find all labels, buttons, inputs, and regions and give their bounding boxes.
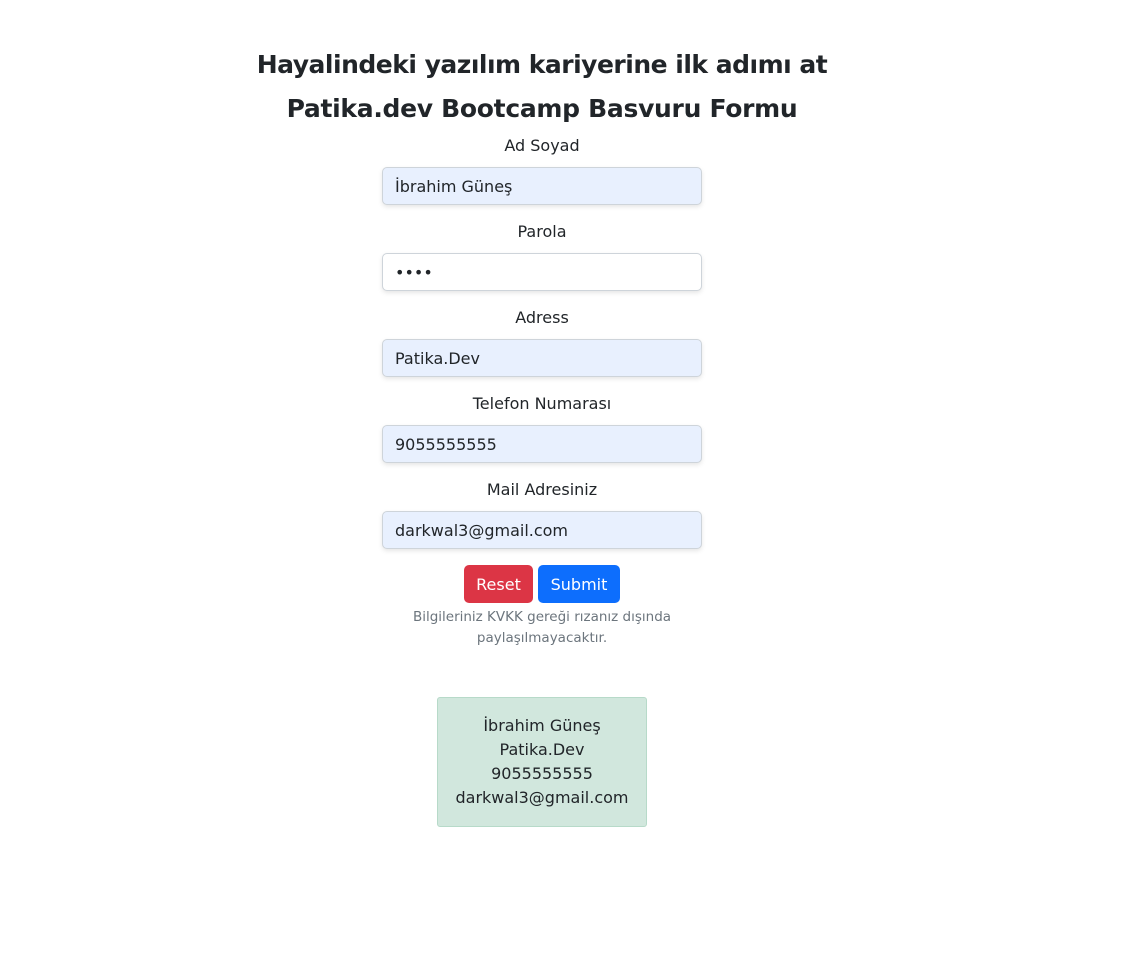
page-title: Hayalindeki yazılım kariyerine ilk adımı… bbox=[256, 50, 828, 79]
privacy-note: Bilgileriniz KVKK gereği rızanız dışında… bbox=[412, 609, 672, 646]
email-input[interactable] bbox=[382, 511, 702, 549]
name-input[interactable] bbox=[382, 167, 702, 205]
form-title: Patika.dev Bootcamp Basvuru Formu bbox=[286, 94, 798, 123]
address-label: Adress bbox=[515, 308, 569, 327]
summary-address: Patika.Dev bbox=[499, 740, 585, 759]
reset-button[interactable]: Reset bbox=[464, 565, 533, 603]
password-label: Parola bbox=[517, 222, 567, 241]
password-input[interactable] bbox=[382, 253, 702, 291]
email-label: Mail Adresiniz bbox=[486, 480, 598, 499]
summary-phone: 9055555555 bbox=[491, 764, 593, 783]
submit-button[interactable]: Submit bbox=[538, 565, 620, 603]
phone-input[interactable] bbox=[382, 425, 702, 463]
address-input[interactable] bbox=[382, 339, 702, 377]
summary-name: İbrahim Güneş bbox=[483, 716, 601, 735]
name-label: Ad Soyad bbox=[504, 136, 580, 155]
phone-label: Telefon Numarası bbox=[472, 394, 612, 413]
submission-summary: İbrahim Güneş Patika.Dev 9055555555 dark… bbox=[437, 697, 647, 827]
summary-email: darkwal3@gmail.com bbox=[455, 788, 629, 807]
